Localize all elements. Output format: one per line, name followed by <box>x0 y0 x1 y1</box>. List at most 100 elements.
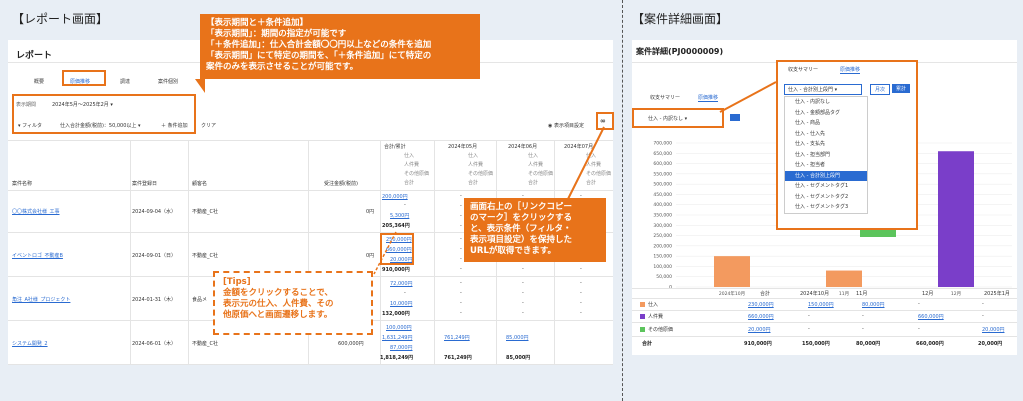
empty-cell: - <box>460 236 462 242</box>
detail-section-title: 【案件詳細画面】 <box>632 12 729 26</box>
eye-icon: ◉ <box>548 123 553 129</box>
total-sum: 910,000円 <box>744 341 772 347</box>
y-tick-label: 250,000 <box>653 233 672 239</box>
row3-val3[interactable]: 10,000円 <box>390 300 413 307</box>
toggle-cumulative[interactable]: 累計 <box>892 84 911 93</box>
toggle-monthly[interactable]: 月次 <box>870 84 891 95</box>
popup-tab-summary[interactable]: 収支サマリー <box>788 66 818 73</box>
sub-header-1-0: 仕入 <box>468 153 479 159</box>
tab-project[interactable]: 案件個別 <box>158 78 178 85</box>
row1-name[interactable]: 〇〇株式会社様_工事 <box>12 208 60 215</box>
detail-cell[interactable]: 150,000円 <box>808 301 834 308</box>
dropdown-item[interactable]: 仕入 - セグメントタグ2 <box>785 192 867 203</box>
detail-cell[interactable]: 80,000円 <box>862 301 885 308</box>
empty-cell: - <box>460 266 462 272</box>
row1-val1[interactable]: 200,000円 <box>382 193 408 200</box>
dropdown-item[interactable]: 仕入 - 担当部門 <box>785 150 867 161</box>
detail-cell: - <box>918 326 920 332</box>
empty-cell: - <box>460 246 462 252</box>
col-m2: 2024年06月 <box>508 144 538 150</box>
bar-人件費 <box>938 151 974 287</box>
col-date: 案件登録日 <box>132 181 158 187</box>
th-total: 合計 <box>760 291 771 297</box>
row1-total: 205,364円 <box>382 223 410 229</box>
row3-name[interactable]: 角注_A社様_プロジェクト <box>12 296 70 303</box>
row4-m2-val[interactable]: 85,000円 <box>506 334 529 341</box>
dropdown-item[interactable]: 仕入 - 商品 <box>785 118 867 129</box>
dropdown-item[interactable]: 仕入 - 内訳なし <box>785 97 867 108</box>
row2-name[interactable]: イベントロゴ_不動産B <box>12 252 63 259</box>
dropdown-item[interactable]: 仕入 - 仕入先 <box>785 129 867 140</box>
breakdown-select[interactable]: 仕入 - 内訳なし ▾ <box>648 115 687 122</box>
row1-val3[interactable]: 5,300円 <box>390 212 409 219</box>
th-m3: 12月 <box>922 291 934 297</box>
sub-header-1-1: 人件費 <box>468 162 484 168</box>
dropdown-item[interactable]: 仕入 - 担当者 <box>785 160 867 171</box>
bar-仕入 <box>714 256 750 287</box>
total-m2: 80,000円 <box>856 341 881 347</box>
y-tick-label: 100,000 <box>653 264 672 270</box>
x-tick-label: 11月 <box>839 291 849 297</box>
dropdown-item[interactable]: 仕入 - 金額部品タグ <box>785 108 867 119</box>
detail-row-label: その他原価 <box>648 327 674 333</box>
tab-procurement[interactable]: 調達 <box>120 78 130 85</box>
popup-tab-trend[interactable]: 原価推移 <box>840 66 861 74</box>
row4-m2-total: 85,000円 <box>506 355 531 361</box>
dropdown-item[interactable]: 仕入 - セグメントタグ3 <box>785 202 867 213</box>
dropdown-item[interactable]: 仕入 - セグメントタグ1 <box>785 181 867 192</box>
total-m1: 150,000円 <box>802 341 830 347</box>
dropdown-item[interactable]: 仕入 - 合計別上段門 <box>785 170 867 181</box>
popup-select[interactable]: 仕入 - 合計別上段門 ▾ <box>784 84 862 95</box>
legend-swatch <box>640 327 645 332</box>
filter-highlight <box>12 94 196 134</box>
row1-customer: 不動産_C社 <box>192 209 218 215</box>
empty-cell: - <box>460 300 462 306</box>
sub-header-1-2: その他原価 <box>468 171 494 177</box>
tab-summary[interactable]: 収支サマリー <box>650 94 680 101</box>
row4-m1-val[interactable]: 761,249円 <box>444 334 470 341</box>
tab-overview[interactable]: 概要 <box>34 78 44 85</box>
empty-cell: - <box>460 203 462 209</box>
y-tick-label: 700,000 <box>653 141 672 147</box>
detail-cell[interactable]: 230,000円 <box>748 301 774 308</box>
sub-header-0-2: その他原価 <box>404 171 430 177</box>
empty-cell: - <box>460 256 462 262</box>
detail-cell[interactable]: 20,000円 <box>982 326 1005 333</box>
tips-box: [Tips] 金額をクリックすることで、 表示元の仕入、人件費、その 他原価へと… <box>213 271 373 335</box>
tab-highlight <box>62 70 106 86</box>
row4-val2[interactable]: 1,631,249円 <box>382 334 412 341</box>
empty-cell: - <box>580 310 582 316</box>
tab-cost-trend-detail[interactable]: 原価推移 <box>698 94 719 102</box>
detail-cell[interactable]: 20,000円 <box>748 326 771 333</box>
detail-cell[interactable]: 660,000円 <box>918 313 944 320</box>
empty-cell: - <box>522 290 524 296</box>
row3-val1[interactable]: 72,000円 <box>390 280 413 287</box>
col-m1: 2024年05月 <box>448 144 478 150</box>
empty-cell: - <box>460 280 462 286</box>
col-customer: 顧客名 <box>192 181 208 187</box>
col-project: 案件名称 <box>12 181 33 187</box>
detail-title: 案件詳細(PJ0000009) <box>636 47 724 56</box>
empty-cell: - <box>460 290 462 296</box>
y-tick-label: 400,000 <box>653 202 672 208</box>
sub-header-0-0: 仕入 <box>404 153 415 159</box>
clear-button[interactable]: クリア <box>201 122 216 129</box>
row4-val1[interactable]: 100,000円 <box>386 324 412 331</box>
y-tick-label: 600,000 <box>653 161 672 167</box>
row4-name[interactable]: システム開発_2 <box>12 340 48 347</box>
total-label: 合計 <box>642 341 653 347</box>
row2-customer: 不動産_C社 <box>192 253 218 259</box>
detail-cell: - <box>918 301 920 307</box>
detail-cell: - <box>808 326 810 332</box>
dropdown-item[interactable]: 仕入 - 支払先 <box>785 139 867 150</box>
row2-date: 2024-09-01（日） <box>132 253 177 259</box>
y-tick-label: 300,000 <box>653 223 672 229</box>
detail-cell[interactable]: 660,000円 <box>748 313 774 320</box>
row3-val2: - <box>404 290 406 296</box>
y-tick-label: 150,000 <box>653 254 672 260</box>
bar-仕入 <box>826 270 862 287</box>
link-copy-icon[interactable]: ∞ <box>600 117 606 125</box>
th-m2: 11月 <box>856 291 868 297</box>
sub-header-2-1: 人件費 <box>528 162 544 168</box>
row4-val3[interactable]: 87,000円 <box>390 344 413 351</box>
